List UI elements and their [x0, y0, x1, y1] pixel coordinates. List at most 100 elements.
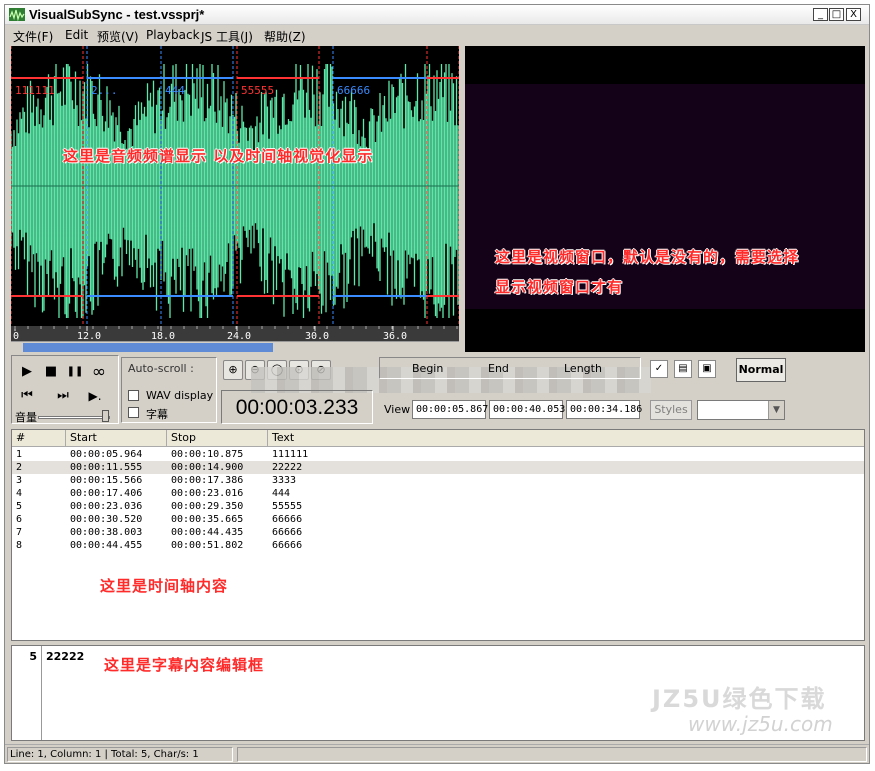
table-row[interactable]: 5 00:00:23.036 00:00:29.350 55555	[12, 500, 864, 513]
status-bar: Line: 1, Column: 1 | Total: 5, Char/s: 1	[5, 744, 869, 763]
row-number: 6	[16, 514, 23, 525]
view-end-field[interactable]: 00:00:40.053	[489, 400, 565, 419]
row-start: 00:00:17.406	[70, 488, 143, 499]
subtitles-checkbox[interactable]	[128, 407, 139, 418]
zoom-in-icon[interactable]: ⊕	[223, 360, 243, 380]
waveform-scroll-thumb[interactable]	[23, 343, 273, 352]
row-stop: 00:00:23.016	[171, 488, 244, 499]
step-play-icon[interactable]: ▶.	[84, 386, 106, 406]
editor-text[interactable]: 22222	[46, 650, 84, 663]
row-text: 3333	[272, 475, 297, 486]
view-length-field[interactable]: 00:00:34.186	[566, 400, 642, 419]
status-pane-empty	[237, 747, 867, 762]
styles-button[interactable]: Styles	[650, 400, 692, 420]
subtitle-range-label: 66666	[337, 84, 370, 97]
row-text: 66666	[272, 527, 303, 538]
table-row[interactable]: 3 00:00:15.566 00:00:17.386 3333	[12, 474, 864, 487]
row-start: 00:00:11.555	[70, 462, 143, 473]
end-label: End	[488, 362, 509, 375]
view-label: View	[384, 403, 411, 416]
chevron-down-icon[interactable]: ▼	[768, 401, 784, 419]
row-stop: 00:00:14.900	[171, 462, 244, 473]
menu-file[interactable]: 文件(F)	[13, 28, 53, 45]
table-row[interactable]: 7 00:00:38.003 00:00:44.435 66666	[12, 526, 864, 539]
subtitle-editor[interactable]: 5 22222 这里是字幕内容编辑框 JZ5U绿色下载 www.jz5u.com	[11, 645, 865, 741]
subtitle-range-label: 55555	[241, 84, 274, 97]
row-stop: 00:00:51.802	[171, 540, 244, 551]
row-start: 00:00:44.455	[70, 540, 143, 551]
row-start: 00:00:23.036	[70, 501, 143, 512]
close-button[interactable]: X	[846, 8, 861, 21]
waveform-display[interactable]: 111111 2... 444 55555 66666 0 12.0 18.0 24.0 30.0…	[11, 46, 459, 347]
editor-gutter: 5	[12, 646, 42, 740]
video-annotation-line1: 这里是视频窗口，默认是没有的，需要选择	[495, 248, 800, 266]
maximize-button[interactable]: □	[829, 8, 844, 21]
status-text: Line: 1, Column: 1 | Total: 5, Char/s: 1	[7, 747, 233, 762]
current-timecode: 00:00:03.233	[221, 390, 373, 424]
stop-icon[interactable]: ■	[40, 362, 62, 382]
waveform-annotation: 这里是音频频谱显示 以及时间轴视觉化显示	[63, 147, 374, 165]
forward-icon[interactable]: ⏭	[52, 386, 74, 406]
row-start: 00:00:38.003	[70, 527, 143, 538]
row-stop: 00:00:29.350	[171, 501, 244, 512]
normal-mode-button[interactable]: Normal	[736, 358, 786, 382]
minimize-button[interactable]: _	[813, 8, 828, 21]
document-icon[interactable]: ▤	[674, 360, 692, 378]
subtitle-range-label: 444	[165, 84, 185, 97]
column-header-start[interactable]: Start	[66, 430, 167, 446]
play-icon[interactable]: ▶	[16, 362, 38, 382]
menu-preview[interactable]: 预览(V)	[97, 28, 139, 45]
watermark-url: www.jz5u.com	[688, 712, 833, 736]
loop-icon[interactable]: ∞	[88, 362, 110, 382]
waveform-scrollbar[interactable]	[11, 341, 459, 353]
list-annotation: 这里是时间轴内容	[100, 577, 229, 595]
wav-display-label: WAV display	[146, 389, 214, 402]
column-header-text[interactable]: Text	[268, 430, 865, 446]
check-icon[interactable]: ✓	[650, 360, 668, 378]
menu-playback[interactable]: Playback	[146, 28, 200, 42]
wav-display-checkbox[interactable]	[128, 390, 139, 401]
table-row[interactable]: 8 00:00:44.455 00:00:51.802 66666	[12, 539, 864, 552]
video-annotation-line2: 显示视频窗口才有	[495, 278, 624, 296]
subtitles-label: 字幕	[146, 408, 168, 421]
menu-help[interactable]: 帮助(Z)	[264, 28, 306, 45]
row-text: 66666	[272, 540, 303, 551]
volume-slider-knob[interactable]	[102, 410, 109, 422]
column-header-stop[interactable]: Stop	[167, 430, 268, 446]
subtitle-list-header: # Start Stop Text	[12, 430, 864, 447]
menu-js-tools[interactable]: JS 工具(J)	[201, 28, 253, 45]
menu-edit[interactable]: Edit	[65, 28, 88, 42]
row-number: 7	[16, 527, 23, 538]
row-number: 2	[16, 462, 23, 473]
row-text: 66666	[272, 514, 303, 525]
title-bar: VisualSubSync - test.vssprj* _ □ X	[5, 5, 869, 25]
table-row[interactable]: 2 00:00:11.555 00:00:14.900 22222	[12, 461, 864, 474]
waveform-canvas[interactable]: 111111 2... 444 55555 666660 12.0 18.0 24.0 30.0…	[11, 46, 459, 347]
rewind-icon[interactable]: ⏮	[16, 386, 38, 406]
row-text: 444	[272, 488, 291, 499]
menu-bar: 文件(F) Edit 预览(V) Playback JS 工具(J) 帮助(Z)	[5, 26, 869, 45]
volume-slider-track[interactable]	[38, 416, 110, 419]
window-icon[interactable]: ▣	[698, 360, 716, 378]
row-start: 00:00:30.520	[70, 514, 143, 525]
volume-label: 音量	[15, 411, 37, 424]
pause-icon[interactable]: ❚❚	[64, 362, 86, 382]
subtitle-range-label: 2...	[91, 84, 118, 97]
row-number: 8	[16, 540, 23, 551]
row-number: 4	[16, 488, 23, 499]
styles-dropdown[interactable]: ▼	[697, 400, 785, 420]
subtitle-list[interactable]: # Start Stop Text 1 00:00:05.964 00:00:10.…	[11, 429, 865, 641]
table-row[interactable]: 6 00:00:30.520 00:00:35.665 66666	[12, 513, 864, 526]
row-stop: 00:00:44.435	[171, 527, 244, 538]
table-row[interactable]: 4 00:00:17.406 00:00:23.016 444	[12, 487, 864, 500]
view-begin-field[interactable]: 00:00:05.867	[412, 400, 488, 419]
length-label: Length	[564, 362, 602, 375]
row-stop: 00:00:35.665	[171, 514, 244, 525]
waveform-path	[11, 64, 459, 318]
table-row[interactable]: 1 00:00:05.964 00:00:10.875 111111	[12, 448, 864, 461]
playback-controls: ▶ ■ ❚❚ ∞ ⏮ ⏭ ▶. 音量	[11, 355, 119, 424]
column-header-number[interactable]: #	[12, 430, 66, 446]
window-title: VisualSubSync - test.vssprj*	[29, 7, 205, 22]
begin-label: Begin	[412, 362, 444, 375]
row-stop: 00:00:17.386	[171, 475, 244, 486]
